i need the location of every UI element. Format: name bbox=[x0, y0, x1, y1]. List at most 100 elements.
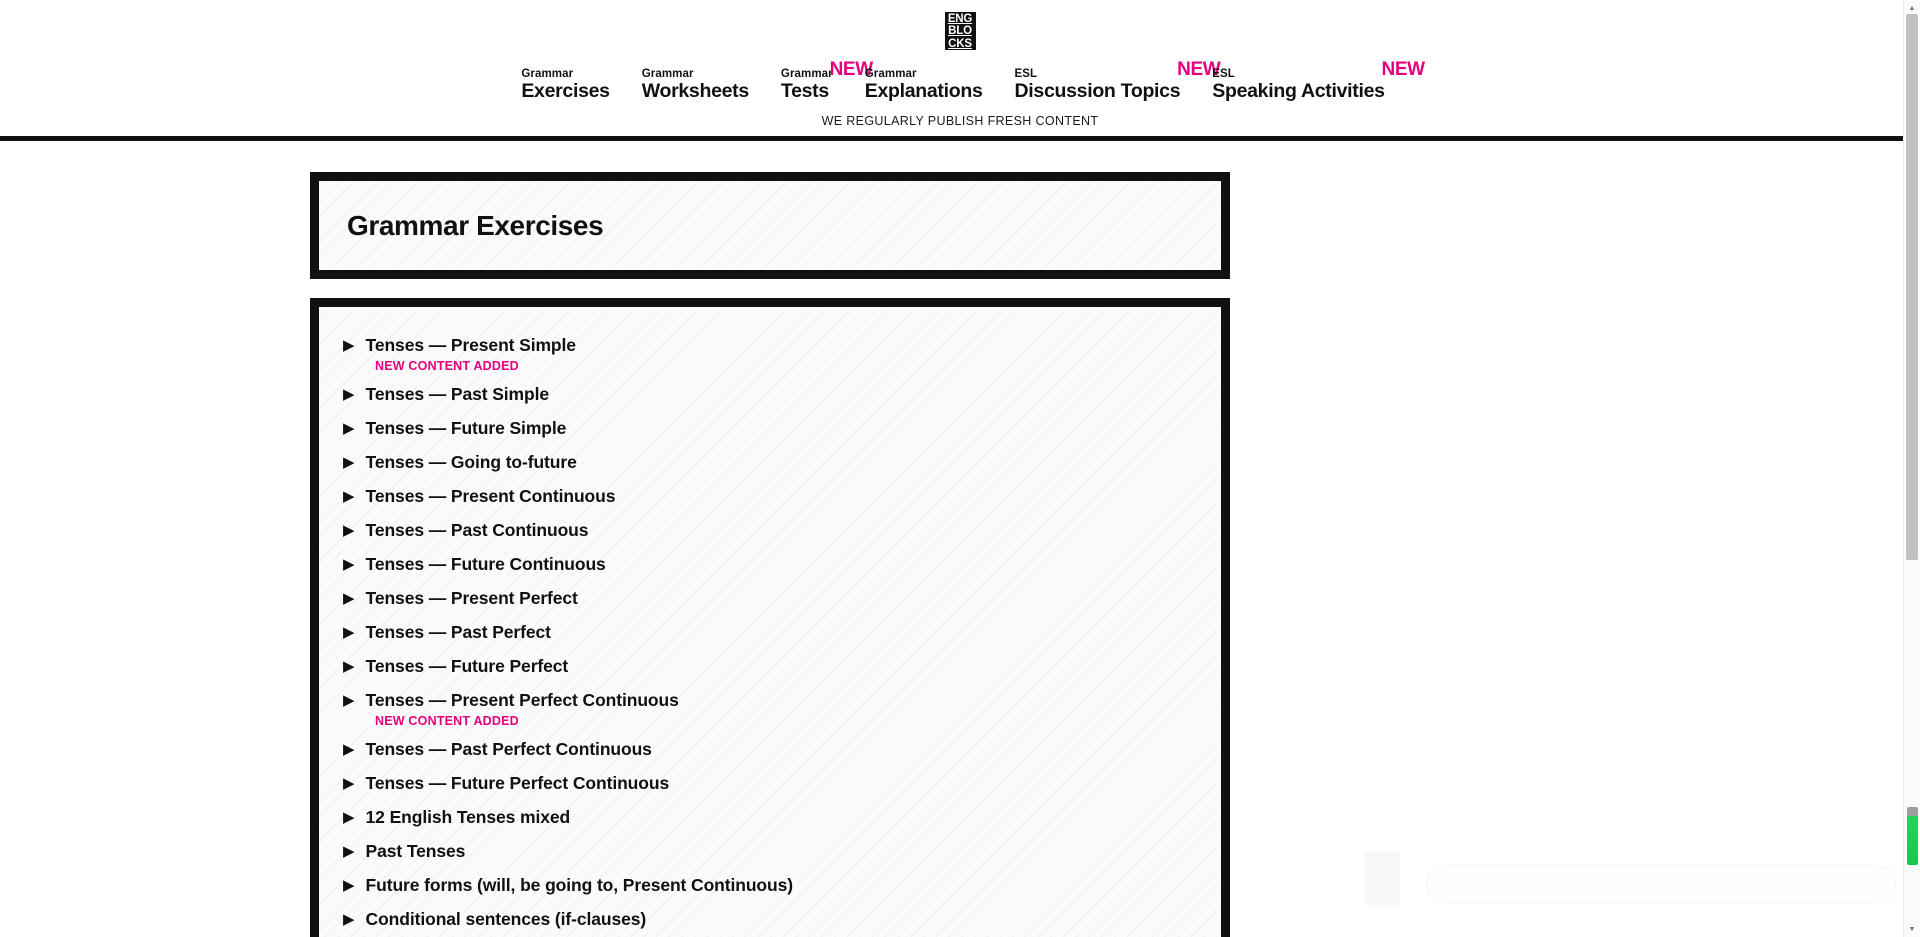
list-item-label: 12 English Tenses mixed bbox=[365, 807, 571, 827]
list-item-row: ▶ Conditional sentences (if-clauses) bbox=[343, 903, 1221, 937]
triangle-bullet-icon: ▶ bbox=[343, 488, 355, 505]
list-item-label: Tenses — Future Perfect bbox=[365, 656, 569, 676]
nav-new-badge-speaking-activities: NEW bbox=[1381, 59, 1426, 80]
list-item-row: ▶ Tenses — Going to-future bbox=[343, 446, 1221, 480]
list-item[interactable]: ▶ Tenses — Future Perfect bbox=[343, 650, 1221, 684]
list-item-row: ▶ Tenses — Present Perfect bbox=[343, 582, 1221, 616]
site-tagline: WE REGULARLY PUBLISH FRESH CONTENT bbox=[821, 114, 1099, 128]
nav-item-esl-discussion-topics[interactable]: ESL Discussion Topics NEW bbox=[1014, 60, 1221, 102]
list-item[interactable]: ▶ Tenses — Present Simple NEW CONTENT AD… bbox=[343, 329, 1221, 374]
list-item[interactable]: ▶ 12 English Tenses mixed bbox=[343, 801, 1221, 835]
list-item-row: ▶ Tenses — Future Simple bbox=[343, 412, 1221, 446]
page-scrollbar[interactable]: ▲ ▼ bbox=[1903, 0, 1920, 937]
triangle-bullet-icon: ▶ bbox=[343, 624, 355, 641]
overlay-ghost-block bbox=[1364, 851, 1400, 905]
list-item-row: ▶ Tenses — Past Perfect bbox=[343, 616, 1221, 650]
list-item-row: ▶ Past Tenses bbox=[343, 835, 1221, 869]
overlay-ghost-pill bbox=[1426, 865, 1896, 903]
triangle-bullet-icon: ▶ bbox=[343, 337, 355, 354]
list-item[interactable]: ▶ Conditional sentences (if-clauses) bbox=[343, 903, 1221, 937]
list-item[interactable]: ▶ Tenses — Future Continuous bbox=[343, 548, 1221, 582]
triangle-bullet-icon: ▶ bbox=[343, 692, 355, 709]
list-item-row: ▶ Tenses — Future Continuous bbox=[343, 548, 1221, 582]
triangle-bullet-icon: ▶ bbox=[343, 590, 355, 607]
list-item[interactable]: ▶ Tenses — Future Perfect Continuous bbox=[343, 767, 1221, 801]
page-title: Grammar Exercises bbox=[347, 209, 604, 241]
triangle-bullet-icon: ▶ bbox=[343, 522, 355, 539]
nav-label-discussion-topics: Discussion Topics bbox=[1014, 80, 1181, 102]
nav-label-explanations: Explanations bbox=[864, 80, 983, 102]
list-item-row: ▶ Tenses — Past Continuous bbox=[343, 514, 1221, 548]
list-item-label: Tenses — Present Continuous bbox=[365, 486, 616, 506]
list-item[interactable]: ▶ Tenses — Going to-future bbox=[343, 446, 1221, 480]
nav-label-tests: Tests bbox=[780, 80, 829, 102]
nav-item-grammar-worksheets[interactable]: Grammar Worksheets bbox=[642, 68, 763, 102]
list-item-label: Tenses — Past Simple bbox=[365, 384, 550, 404]
list-item-row: ▶ Tenses — Present Continuous bbox=[343, 480, 1221, 514]
list-item[interactable]: ▶ Tenses — Future Simple bbox=[343, 412, 1221, 446]
list-item-row: ▶ Tenses — Future Perfect Continuous bbox=[343, 767, 1221, 801]
nav-item-grammar-tests[interactable]: Grammar Tests NEW bbox=[780, 60, 873, 102]
triangle-bullet-icon: ▶ bbox=[343, 556, 355, 573]
list-item-label: Tenses — Future Simple bbox=[365, 418, 567, 438]
list-item-label: Tenses — Going to-future bbox=[365, 452, 577, 472]
list-item-row: ▶ Future forms (will, be going to, Prese… bbox=[343, 869, 1221, 903]
list-item[interactable]: ▶ Tenses — Past Continuous bbox=[343, 514, 1221, 548]
exercise-list-card: ▶ Tenses — Present Simple NEW CONTENT AD… bbox=[310, 298, 1230, 937]
site-logo[interactable]: ENG BLO CKS bbox=[944, 12, 976, 50]
triangle-bullet-icon: ▶ bbox=[343, 775, 355, 792]
triangle-bullet-icon: ▶ bbox=[343, 420, 355, 437]
nav-label-speaking-activities: Speaking Activities bbox=[1212, 80, 1385, 102]
triangle-bullet-icon: ▶ bbox=[343, 843, 355, 860]
scrollbar-thumb[interactable] bbox=[1906, 14, 1918, 560]
list-item-label: Tenses — Present Simple bbox=[365, 335, 576, 355]
site-header: ENG BLO CKS Grammar Exercises Grammar Wo… bbox=[0, 0, 1920, 141]
scrollbar-down-arrow-icon[interactable]: ▼ bbox=[1904, 921, 1920, 937]
list-item-row: ▶ Tenses — Future Perfect bbox=[343, 650, 1221, 684]
nav-item-esl-speaking-activities[interactable]: ESL Speaking Activities NEW bbox=[1212, 60, 1425, 102]
logo-line-1: ENG bbox=[947, 13, 973, 26]
list-item-row: ▶ 12 English Tenses mixed bbox=[343, 801, 1221, 835]
nav-label-exercises: Exercises bbox=[521, 80, 610, 102]
list-item-label: Tenses — Past Continuous bbox=[365, 520, 589, 540]
page-root: ENG BLO CKS Grammar Exercises Grammar Wo… bbox=[0, 0, 1920, 937]
page-title-card-inner: Grammar Exercises bbox=[319, 181, 1221, 270]
main-navigation: Grammar Exercises Grammar Worksheets Gra… bbox=[0, 54, 1920, 102]
list-item[interactable]: ▶ Tenses — Present Perfect bbox=[343, 582, 1221, 616]
nav-item-grammar-exercises[interactable]: Grammar Exercises bbox=[521, 68, 623, 102]
triangle-bullet-icon: ▶ bbox=[343, 877, 355, 894]
page-title-card: Grammar Exercises bbox=[310, 172, 1230, 279]
triangle-bullet-icon: ▶ bbox=[343, 454, 355, 471]
list-item-label: Conditional sentences (if-clauses) bbox=[365, 909, 647, 929]
list-item[interactable]: ▶ Tenses — Present Perfect Continuous NE… bbox=[343, 684, 1221, 729]
main-content: Grammar Exercises ▶ Tenses — Present Sim… bbox=[0, 141, 1920, 937]
list-item[interactable]: ▶ Tenses — Past Perfect Continuous bbox=[343, 733, 1221, 767]
list-item[interactable]: ▶ Tenses — Present Continuous bbox=[343, 480, 1221, 514]
new-content-badge: NEW CONTENT ADDED bbox=[375, 714, 519, 728]
nav-label-worksheets: Worksheets bbox=[641, 80, 749, 102]
list-item-label: Tenses — Past Perfect bbox=[365, 622, 551, 642]
scrollbar-position-marker bbox=[1907, 807, 1918, 865]
list-item-label: Future forms (will, be going to, Present… bbox=[365, 875, 794, 895]
new-content-badge: NEW CONTENT ADDED bbox=[375, 359, 519, 373]
list-item-row: ▶ Tenses — Past Perfect Continuous bbox=[343, 733, 1221, 767]
exercise-list: ▶ Tenses — Present Simple NEW CONTENT AD… bbox=[319, 307, 1221, 937]
list-item[interactable]: ▶ Tenses — Past Simple bbox=[343, 378, 1221, 412]
triangle-bullet-icon: ▶ bbox=[343, 741, 355, 758]
list-item-label: Tenses — Future Perfect Continuous bbox=[365, 773, 670, 793]
logo-line-2: BLO bbox=[948, 25, 972, 38]
list-item-label: Past Tenses bbox=[365, 841, 466, 861]
list-item[interactable]: ▶ Future forms (will, be going to, Prese… bbox=[343, 869, 1221, 903]
logo-wrap: ENG BLO CKS bbox=[0, 12, 1920, 54]
list-item-row: ▶ Tenses — Past Simple bbox=[343, 378, 1221, 412]
list-item-label: Tenses — Past Perfect Continuous bbox=[365, 739, 652, 759]
nav-item-grammar-explanations[interactable]: Grammar Explanations bbox=[865, 68, 997, 102]
list-item[interactable]: ▶ Past Tenses bbox=[343, 835, 1221, 869]
list-item-label: Tenses — Future Continuous bbox=[365, 554, 606, 574]
logo-line-3: CKS bbox=[948, 37, 972, 50]
list-item[interactable]: ▶ Tenses — Past Perfect bbox=[343, 616, 1221, 650]
list-item-label: Tenses — Present Perfect Continuous bbox=[365, 690, 679, 710]
triangle-bullet-icon: ▶ bbox=[343, 809, 355, 826]
triangle-bullet-icon: ▶ bbox=[343, 911, 355, 928]
triangle-bullet-icon: ▶ bbox=[343, 386, 355, 403]
